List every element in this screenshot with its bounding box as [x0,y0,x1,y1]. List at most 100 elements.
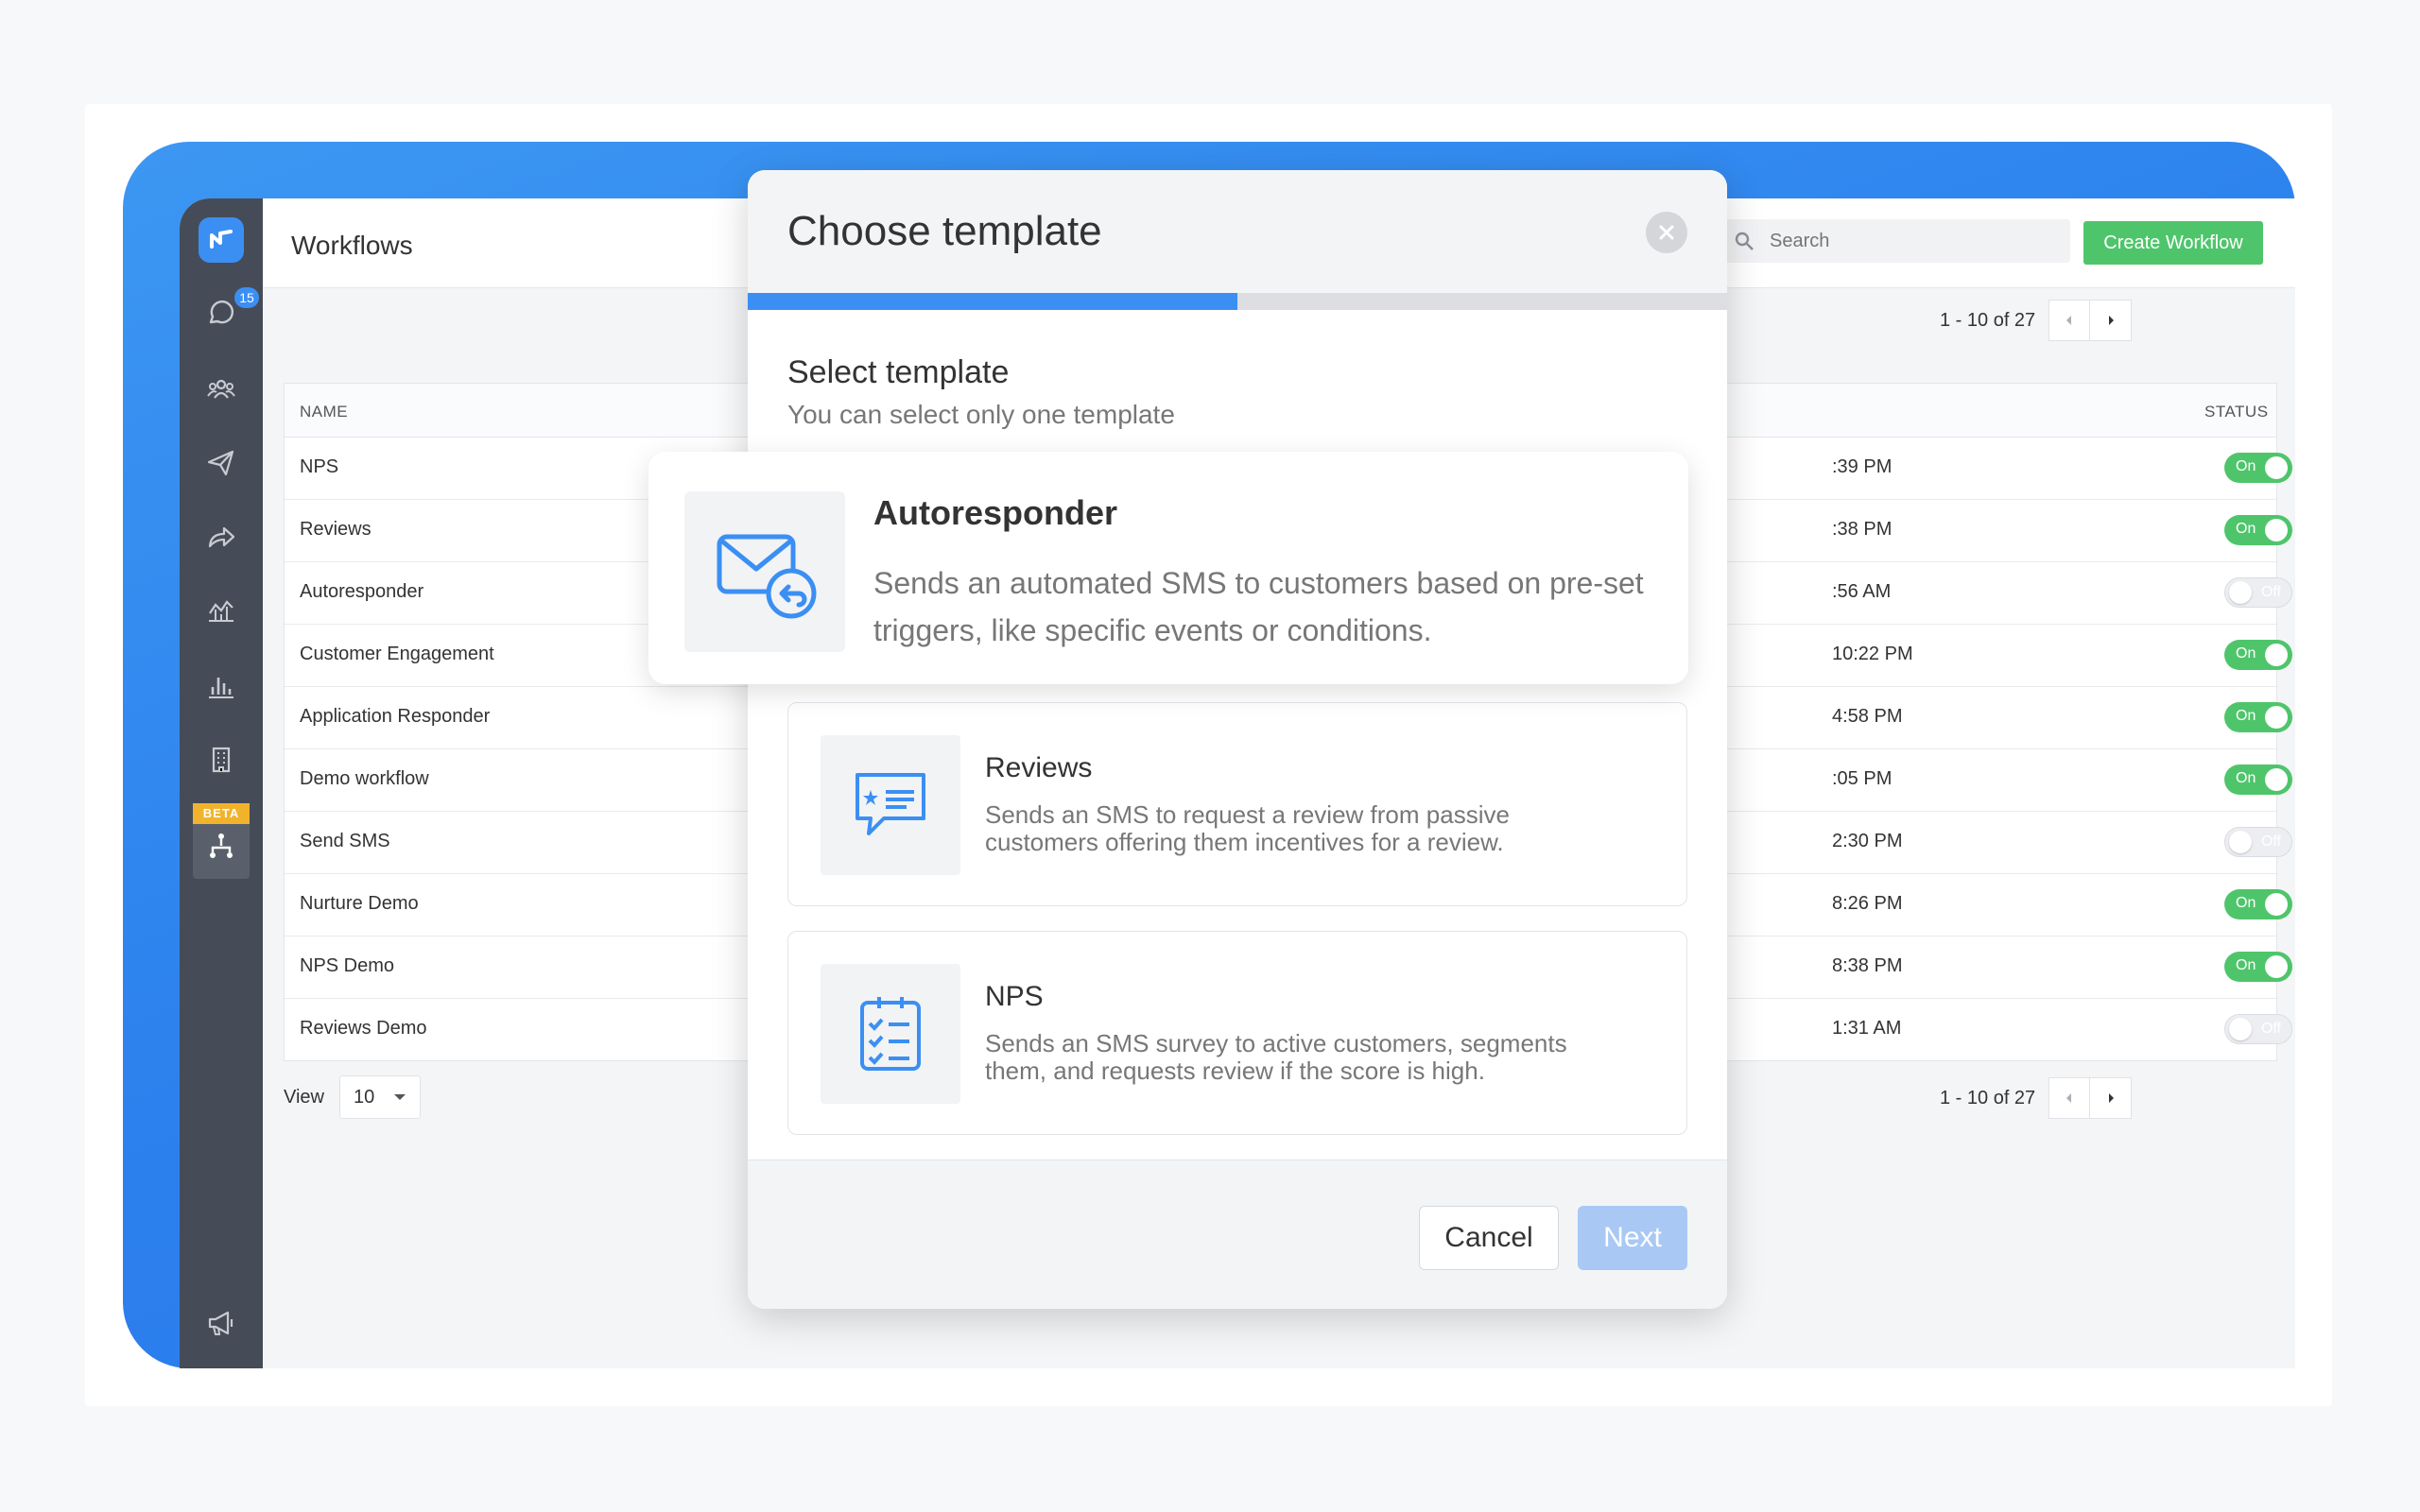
template-card-autoresponder[interactable]: Autoresponder Sends an automated SMS to … [648,452,1688,684]
wizard-progress-bar [748,293,1727,310]
progress-fill [748,293,1237,310]
next-page-button[interactable] [2090,300,2133,341]
beta-badge: BETA [193,803,250,824]
close-icon [1659,225,1674,240]
pagination-range: 1 - 10 of 27 [1940,309,2036,331]
workflow-name[interactable]: Customer Engagement [300,644,494,665]
caret-left-icon [2066,316,2072,325]
sidebar-item-analytics[interactable] [200,590,242,631]
workflow-updated: 4:58 PM [1832,706,1903,727]
building-icon [212,747,231,773]
status-toggle[interactable]: On [2224,640,2292,670]
users-icon [207,379,235,399]
checklist-icon [860,997,921,1071]
next-button[interactable]: Next [1578,1206,1687,1270]
status-toggle[interactable]: On [2224,702,2292,732]
prev-page-button[interactable] [2048,300,2091,341]
next-page-button[interactable] [2090,1077,2133,1119]
status-toggle[interactable]: On [2224,889,2292,919]
toggle-knob [2265,519,2288,541]
sidebar-item-forwarding[interactable] [200,516,242,558]
status-toggle-label: On [2236,895,2256,911]
sidebar: 15 BETA [180,198,263,1368]
workflow-updated: :39 PM [1832,456,1893,477]
envelope-reply-icon [717,534,817,619]
template-card-reviews[interactable]: Reviews Sends an SMS to request a review… [787,702,1687,906]
caret-right-icon [2108,1093,2114,1103]
search-input[interactable] [1768,229,2055,253]
toggle-knob [2229,1018,2252,1040]
workflow-updated: 8:26 PM [1832,893,1903,914]
sidebar-item-workflows[interactable]: BETA [193,803,250,879]
sidebar-item-messages[interactable]: 15 [200,287,259,335]
workflow-name[interactable]: Autoresponder [300,581,424,603]
view-label: View [284,1086,324,1108]
cancel-button[interactable]: Cancel [1419,1206,1559,1270]
toggle-knob [2265,456,2288,479]
toggle-knob [2265,644,2288,666]
modal-footer: Cancel Next [748,1160,1727,1309]
status-toggle[interactable]: Off [2224,827,2292,857]
sidebar-item-campaigns[interactable] [200,442,242,484]
template-card-nps[interactable]: NPS Sends an SMS survey to active custom… [787,931,1687,1135]
status-toggle-label: On [2236,770,2256,786]
rows-per-page-select[interactable]: 10 [339,1075,421,1119]
toggle-knob [2229,581,2252,604]
status-toggle-label: Off [2260,584,2281,600]
sidebar-item-reports[interactable] [200,665,242,707]
toggle-knob [2229,831,2252,853]
messages-badge: 15 [234,287,259,308]
section-subtitle: You can select only one template [787,400,1175,429]
status-toggle[interactable]: On [2224,453,2292,483]
workflow-updated: :38 PM [1832,519,1893,540]
workflow-updated: 1:31 AM [1832,1018,1902,1039]
sidebar-item-organization[interactable] [200,739,242,781]
workflow-name[interactable]: Application Responder [300,706,490,728]
choose-template-modal: Choose template Select template You can … [748,170,1727,1309]
sidebar-item-contacts[interactable] [200,369,242,410]
workflow-name[interactable]: NPS Demo [300,955,394,977]
template-name: NPS [985,981,1044,1012]
column-header-status[interactable]: STATUS [2204,403,2269,421]
template-icon-box [821,964,960,1104]
app-logo[interactable] [199,217,244,263]
template-description: Sends an SMS survey to active customers,… [985,1029,1567,1085]
caret-left-icon [2066,1093,2072,1103]
chevron-down-icon [394,1094,406,1100]
status-toggle[interactable]: Off [2224,577,2292,608]
search-box[interactable] [1719,219,2070,263]
template-name: Autoresponder [873,493,1118,532]
pagination-bottom: 1 - 10 of 27 [1940,1077,2133,1119]
prev-page-button[interactable] [2048,1077,2091,1119]
status-toggle[interactable]: On [2224,515,2292,545]
status-toggle[interactable]: On [2224,952,2292,982]
toggle-knob [2265,768,2288,791]
status-toggle-label: On [2236,521,2256,537]
workflow-name[interactable]: NPS [300,456,338,478]
toggle-knob [2265,955,2288,978]
status-toggle-label: On [2236,708,2256,724]
status-toggle[interactable]: Off [2224,1014,2292,1044]
status-toggle-label: On [2236,645,2256,662]
toggle-knob [2265,706,2288,729]
status-toggle-label: Off [2260,1021,2281,1037]
paper-plane-icon [207,450,234,476]
column-header-name[interactable]: NAME [300,403,348,421]
rows-per-page-value: 10 [354,1086,375,1108]
status-toggle-label: On [2236,957,2256,973]
workflow-name[interactable]: Send SMS [300,831,390,852]
workflow-name[interactable]: Reviews Demo [300,1018,426,1040]
create-workflow-button[interactable]: Create Workflow [2083,221,2263,265]
sidebar-item-announcements[interactable] [200,1302,242,1344]
workflow-name[interactable]: Reviews [300,519,372,541]
template-name: Reviews [985,752,1093,783]
workflow-name[interactable]: Demo workflow [300,768,429,790]
logo-icon [210,230,233,249]
caret-right-icon [2108,316,2114,325]
close-button[interactable] [1646,212,1687,253]
status-toggle[interactable]: On [2224,765,2292,795]
template-description: Sends an SMS to request a review from pa… [985,800,1510,856]
workflow-updated: 10:22 PM [1832,644,1913,664]
section-title: Select template [787,354,1010,390]
workflow-name[interactable]: Nurture Demo [300,893,419,915]
